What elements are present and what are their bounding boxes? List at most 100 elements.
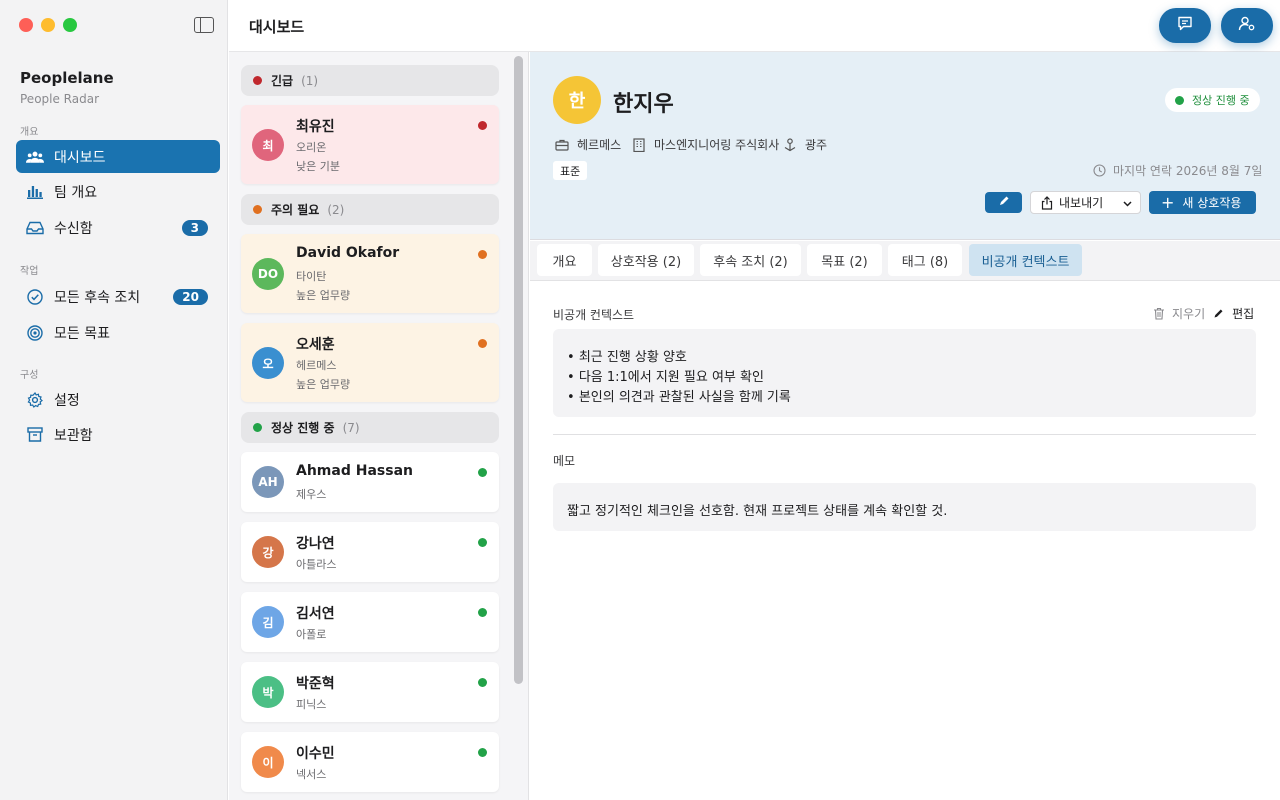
person-company: 피닉스 xyxy=(296,698,327,711)
list-scrollbar[interactable] xyxy=(514,56,523,684)
sidebar-toggle-icon[interactable] xyxy=(194,17,214,33)
section-divider xyxy=(553,434,1256,435)
group-count: (1) xyxy=(301,73,319,88)
status-dot xyxy=(478,121,487,130)
person-gear-icon xyxy=(1238,16,1256,35)
status-dot xyxy=(478,468,487,477)
target-icon xyxy=(26,324,44,342)
section-label-config: 구성 xyxy=(20,370,39,381)
edit-person-button[interactable] xyxy=(985,192,1022,213)
app-title: Peoplelane xyxy=(20,69,114,87)
new-interaction-button[interactable]: + 새 상호작용 xyxy=(1149,191,1256,214)
private-context-title: 비공개 컨텍스트 xyxy=(553,308,635,322)
list-item[interactable]: AH Ahmad Hassan 제우스 xyxy=(241,452,499,512)
close-window-button[interactable] xyxy=(19,18,33,32)
status-dot xyxy=(478,538,487,547)
tab-goals[interactable]: 목표 (2) xyxy=(807,244,882,276)
avatar: AH xyxy=(252,466,284,498)
app-subtitle: People Radar xyxy=(20,92,100,106)
group-label: 주의 필요 xyxy=(271,203,320,217)
avatar: 강 xyxy=(252,536,284,568)
status-dot xyxy=(478,250,487,259)
person-mood: 낮은 기분 xyxy=(296,160,340,173)
person-name: 이수민 xyxy=(296,746,335,762)
chat-icon xyxy=(1177,16,1193,35)
inbox-icon xyxy=(26,219,44,237)
avatar: 이 xyxy=(252,746,284,778)
person-name: 김서연 xyxy=(296,606,335,622)
archive-icon xyxy=(26,426,44,444)
people-icon xyxy=(26,148,44,166)
last-contact-label: 마지막 연락 2026년 8월 7일 xyxy=(1113,164,1263,178)
followups-count-badge: 20 xyxy=(173,288,208,305)
status-dot xyxy=(253,423,262,432)
person-company: 타이탄 xyxy=(296,270,327,283)
list-item[interactable]: 이 이수민 넥서스 xyxy=(241,732,499,792)
group-header-urgent[interactable]: 긴급 (1) xyxy=(241,65,499,96)
sidebar-item-archive[interactable]: 보관함 xyxy=(16,418,220,451)
list-item[interactable]: 강 강나연 아틀라스 xyxy=(241,522,499,582)
group-label: 긴급 xyxy=(271,74,294,88)
status-label: 정상 진행 중 xyxy=(1192,94,1250,107)
avatar: 박 xyxy=(252,676,284,708)
clock-icon xyxy=(1093,164,1107,178)
page-title: 대시보드 xyxy=(249,18,305,36)
avatar: 한 xyxy=(553,76,601,124)
group-header-attention[interactable]: 주의 필요 (2) xyxy=(241,194,499,225)
sidebar-item-dashboard[interactable]: 대시보드 xyxy=(16,140,220,173)
list-item[interactable]: 오 오세훈 헤르메스 높은 업무량 xyxy=(241,323,499,402)
list-item[interactable]: 김 김서연 아폴로 xyxy=(241,592,499,652)
export-label: 내보내기 xyxy=(1059,196,1104,210)
group-count: (7) xyxy=(342,420,360,435)
sidebar-item-label: 모든 목표 xyxy=(54,325,110,342)
person-settings-button[interactable] xyxy=(1221,8,1273,43)
sidebar-item-team-overview[interactable]: 팀 개요 xyxy=(16,175,220,208)
tab-followups[interactable]: 후속 조치 (2) xyxy=(700,244,801,276)
tab-tags[interactable]: 태그 (8) xyxy=(888,244,962,276)
person-company: 오리온 xyxy=(296,141,327,154)
bullet-text: 다음 1:1에서 지원 필요 여부 확인 xyxy=(578,370,764,385)
person-name: 강나연 xyxy=(296,536,335,552)
pencil-icon xyxy=(998,195,1010,211)
edit-context-button[interactable]: 편집 xyxy=(1213,305,1254,322)
bullet-text: 본인의 의견과 관찰된 사실을 함께 기록 xyxy=(578,390,791,405)
gear-icon xyxy=(26,391,44,409)
status-dot xyxy=(478,339,487,348)
minimize-window-button[interactable] xyxy=(41,18,55,32)
share-icon xyxy=(1041,195,1053,210)
clear-button[interactable]: 지우기 xyxy=(1153,305,1205,322)
list-item[interactable]: 박 박준혁 피닉스 xyxy=(241,662,499,722)
list-item[interactable]: DO David Okafor 타이탄 높은 업무량 xyxy=(241,234,499,313)
person-name: 박준혁 xyxy=(296,676,335,692)
tag-pill[interactable]: 표준 xyxy=(553,161,588,180)
tab-overview[interactable]: 개요 xyxy=(537,244,592,276)
avatar: 오 xyxy=(252,347,284,379)
chat-button[interactable] xyxy=(1159,8,1211,43)
tab-interactions[interactable]: 상호작용 (2) xyxy=(598,244,694,276)
person-company: 아틀라스 xyxy=(296,558,337,571)
person-company: 아폴로 xyxy=(296,628,327,641)
group-label: 정상 진행 중 xyxy=(271,421,335,435)
tab-private-context[interactable]: 비공개 컨텍스트 xyxy=(969,244,1082,276)
group-header-on-track[interactable]: 정상 진행 중 (7) xyxy=(241,412,499,443)
zoom-window-button[interactable] xyxy=(63,18,77,32)
plus-icon: + xyxy=(1161,192,1175,212)
sidebar-item-inbox[interactable]: 수신함 3 xyxy=(16,211,220,244)
sidebar-item-all-goals[interactable]: 모든 목표 xyxy=(16,316,220,349)
memo-title: 메모 xyxy=(553,454,576,468)
bullet-text: 최근 진행 상황 양호 xyxy=(578,350,687,365)
sidebar-item-settings[interactable]: 설정 xyxy=(16,383,220,416)
location-meta: 광주 xyxy=(783,136,827,153)
sidebar-item-all-followups[interactable]: 모든 후속 조치 20 xyxy=(16,280,220,313)
inbox-count-badge: 3 xyxy=(181,219,208,236)
team-label: 헤르메스 xyxy=(577,138,622,152)
list-item[interactable]: 최 최유진 오리온 낮은 기분 xyxy=(241,105,499,184)
section-label-work: 작업 xyxy=(20,266,39,277)
person-name: David Okafor xyxy=(296,245,400,261)
company-meta: 마스엔지니어링 주식회사 xyxy=(632,136,779,153)
pencil-icon xyxy=(1213,308,1224,319)
checkmark-circle-icon xyxy=(26,288,44,306)
person-name: 최유진 xyxy=(296,119,335,135)
export-button[interactable]: 내보내기 xyxy=(1030,191,1141,214)
location-pin-icon xyxy=(783,137,797,152)
